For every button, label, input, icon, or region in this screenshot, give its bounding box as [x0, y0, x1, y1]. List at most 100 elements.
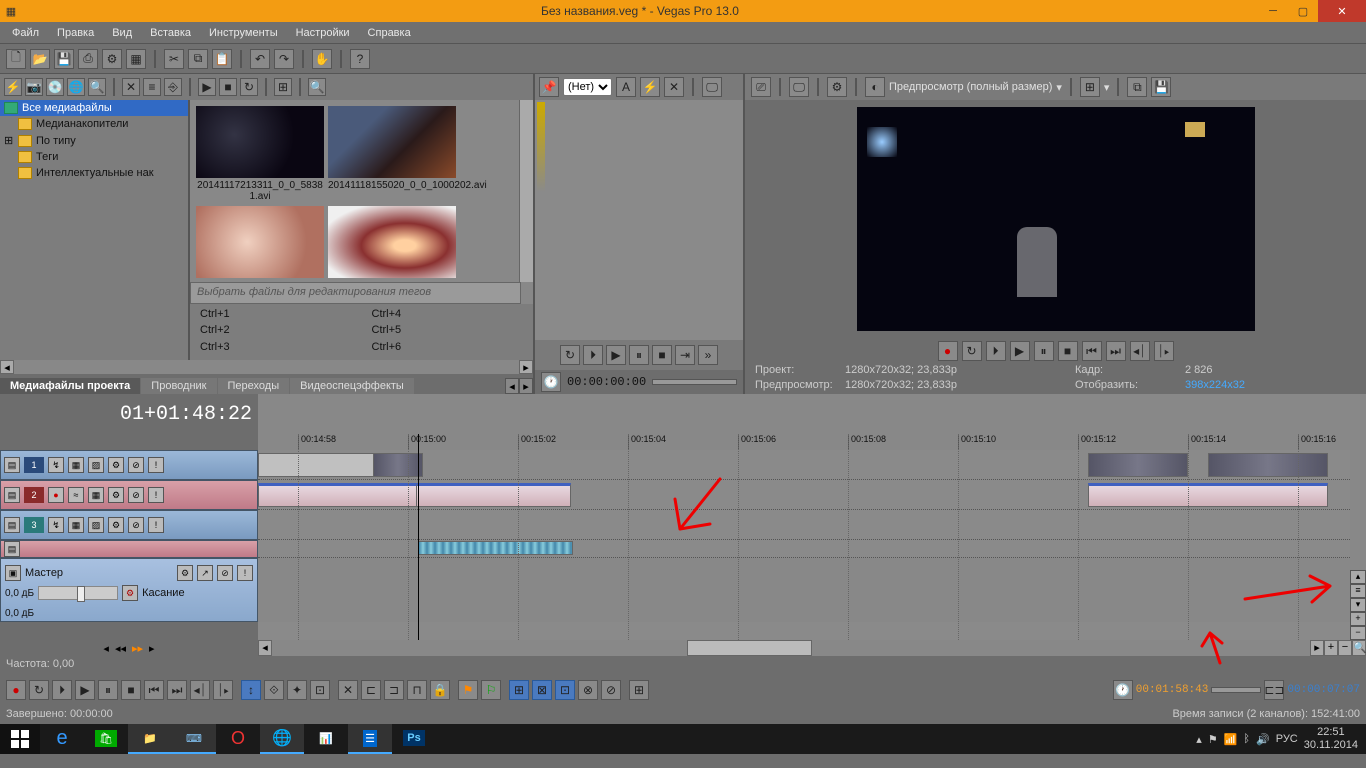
- video-clip[interactable]: [1208, 453, 1328, 477]
- master-track-area[interactable]: [258, 558, 1350, 622]
- play-button[interactable]: ▶: [75, 680, 95, 700]
- zoom-down-button[interactable]: ▾: [1350, 598, 1366, 612]
- trimmer-timecode[interactable]: 00:00:00:00: [567, 375, 646, 389]
- preview-quality-label[interactable]: Предпросмотр (полный размер): [889, 81, 1052, 93]
- track-fx-icon[interactable]: ⚙: [108, 457, 124, 473]
- track-collapse-icon[interactable]: ▤: [4, 517, 20, 533]
- tree-smart[interactable]: Интеллектуальные нак: [0, 165, 188, 181]
- pv-external-icon[interactable]: 🖵: [789, 77, 809, 97]
- properties-button[interactable]: ⚙: [102, 49, 122, 69]
- tree-bytype[interactable]: ⊞По типу: [0, 132, 188, 149]
- snap-button[interactable]: ✋: [312, 49, 332, 69]
- lock-button[interactable]: 🔒: [430, 680, 450, 700]
- loop-button[interactable]: ↻: [29, 680, 49, 700]
- maximize-button[interactable]: ▢: [1288, 0, 1318, 22]
- zoom-plus-button[interactable]: +: [1350, 612, 1366, 626]
- taskbar-taskmgr[interactable]: 📊: [304, 724, 348, 754]
- dropdown-icon[interactable]: ▾: [1056, 81, 1062, 94]
- delete-icon[interactable]: ✕: [122, 78, 140, 96]
- play-button[interactable]: ▶: [1010, 341, 1030, 361]
- stop-button[interactable]: ■: [1058, 341, 1078, 361]
- automation-mode-icon[interactable]: ⚙: [122, 585, 138, 601]
- pv-grid-icon[interactable]: ⊞: [1080, 77, 1100, 97]
- zoom-in-h-button[interactable]: +: [1324, 640, 1338, 656]
- video-clip[interactable]: [373, 453, 423, 477]
- undo-button[interactable]: ↶: [250, 49, 270, 69]
- autocrossfade-button[interactable]: ⊗: [578, 680, 598, 700]
- mute-icon[interactable]: !: [148, 457, 164, 473]
- media-item[interactable]: [328, 206, 456, 280]
- zoom-minus-button[interactable]: −: [1350, 626, 1366, 640]
- taskbar-opera[interactable]: O: [216, 724, 260, 754]
- pv-split-icon[interactable]: ◐: [865, 77, 885, 97]
- zoom-fit-button[interactable]: 🔍: [1352, 640, 1366, 656]
- tray-bluetooth-icon[interactable]: ᛒ: [1243, 733, 1250, 745]
- menu-tools[interactable]: Инструменты: [201, 25, 286, 41]
- tab-transitions[interactable]: Переходы: [218, 378, 290, 394]
- master-auto-icon[interactable]: ⊘: [217, 565, 233, 581]
- master-mute-icon[interactable]: !: [237, 565, 253, 581]
- trim-button[interactable]: ⊏: [361, 680, 381, 700]
- quantize-button[interactable]: ⊠: [532, 680, 552, 700]
- scan-icon[interactable]: 💿: [46, 78, 64, 96]
- bypass-fx-icon[interactable]: ↯: [48, 457, 64, 473]
- arm-record-icon[interactable]: ●: [48, 487, 64, 503]
- track-row-3[interactable]: [258, 510, 1350, 540]
- tree-scrollbar[interactable]: ◂▸: [0, 360, 533, 374]
- audio-clip[interactable]: [418, 541, 573, 555]
- view-icon[interactable]: ⊞: [274, 78, 292, 96]
- prev-frame-button[interactable]: ◂⏐: [190, 680, 210, 700]
- taskbar-store[interactable]: 🛍: [84, 724, 128, 754]
- zoom-up-button[interactable]: ▴: [1350, 570, 1366, 584]
- media-tree[interactable]: Все медиафайлы Медианакопители ⊞По типу …: [0, 100, 190, 360]
- close-button[interactable]: ✕: [1318, 0, 1366, 22]
- automation-mode-label[interactable]: Касание: [142, 587, 184, 599]
- timeline-ruler[interactable]: 00:14:58 00:15:00 00:15:02 00:15:04 00:1…: [258, 434, 1350, 450]
- taskbar-chrome[interactable]: 🌐: [260, 724, 304, 754]
- tray-volume-icon[interactable]: 🔊: [1256, 733, 1270, 746]
- loop-button[interactable]: ↻: [962, 341, 982, 361]
- master-bus-header[interactable]: ▣ Мастер ⚙ ↗ ⊘ ! 0,0 дБ ⚙ Касание 0,0 дБ: [0, 558, 258, 622]
- trimmer-pin-icon[interactable]: 📌: [539, 77, 559, 97]
- automation-gear-icon[interactable]: ⚙: [108, 487, 124, 503]
- taskbar-photoshop[interactable]: Ps: [392, 724, 436, 754]
- dropdown-icon[interactable]: ▾: [1104, 81, 1110, 94]
- tab-videofx[interactable]: Видеоспецэффекты: [290, 378, 414, 394]
- layout-button[interactable]: ▦: [126, 49, 146, 69]
- tab-explorer[interactable]: Проводник: [141, 378, 216, 394]
- trimmer-play[interactable]: ▶: [606, 345, 626, 365]
- redo-button[interactable]: ↷: [274, 49, 294, 69]
- rate-shuttle[interactable]: ◂◂◂▸▸▸: [0, 640, 258, 656]
- track-header-video-1[interactable]: ▤ 1 ↯ ▦ ▨ ⚙ ⊘ !: [0, 450, 258, 480]
- refresh-icon[interactable]: 🔍: [88, 78, 106, 96]
- track-row-1[interactable]: [258, 450, 1350, 480]
- taskbar-explorer[interactable]: 📁: [128, 724, 172, 754]
- split-button[interactable]: ⊐: [384, 680, 404, 700]
- paste-button[interactable]: 📋: [212, 49, 232, 69]
- trimmer-more[interactable]: ⇥: [675, 345, 695, 365]
- track-row-4[interactable]: [258, 540, 1350, 558]
- track-collapse-icon[interactable]: ▤: [4, 487, 20, 503]
- pv-device-icon[interactable]: ⎚: [751, 77, 771, 97]
- system-clock[interactable]: 22:51 30.11.2014: [1304, 726, 1358, 752]
- audio-clip[interactable]: [258, 483, 418, 507]
- menu-file[interactable]: Файл: [4, 25, 47, 41]
- track-collapse-icon[interactable]: ▤: [4, 457, 20, 473]
- import-icon[interactable]: ⚡: [4, 78, 22, 96]
- cursor-position-tc[interactable]: 00:01:58:43: [1136, 684, 1209, 696]
- track-fx-icon[interactable]: ⚙: [108, 517, 124, 533]
- track-motion-icon[interactable]: ▦: [68, 457, 84, 473]
- tracks-area[interactable]: 00:14:58 00:15:00 00:15:02 00:15:04 00:1…: [258, 434, 1350, 640]
- trimmer-monitor[interactable]: 🖵: [702, 77, 722, 97]
- join-button[interactable]: ⊓: [407, 680, 427, 700]
- automation-icon[interactable]: ⊘: [128, 487, 144, 503]
- scrub-bar[interactable]: [1211, 687, 1261, 693]
- selection-length-tc[interactable]: 00:00:07:07: [1287, 684, 1360, 696]
- track-header-audio-4[interactable]: ▤: [0, 540, 258, 558]
- zoom-icon[interactable]: 🔍: [308, 78, 326, 96]
- tab-scroll-left[interactable]: ◂: [505, 378, 519, 394]
- pv-save-icon[interactable]: 💾: [1151, 77, 1171, 97]
- pause-button[interactable]: ⏸: [1034, 341, 1054, 361]
- trimmer-play-start[interactable]: ⏵: [583, 345, 603, 365]
- playhead[interactable]: [418, 434, 419, 640]
